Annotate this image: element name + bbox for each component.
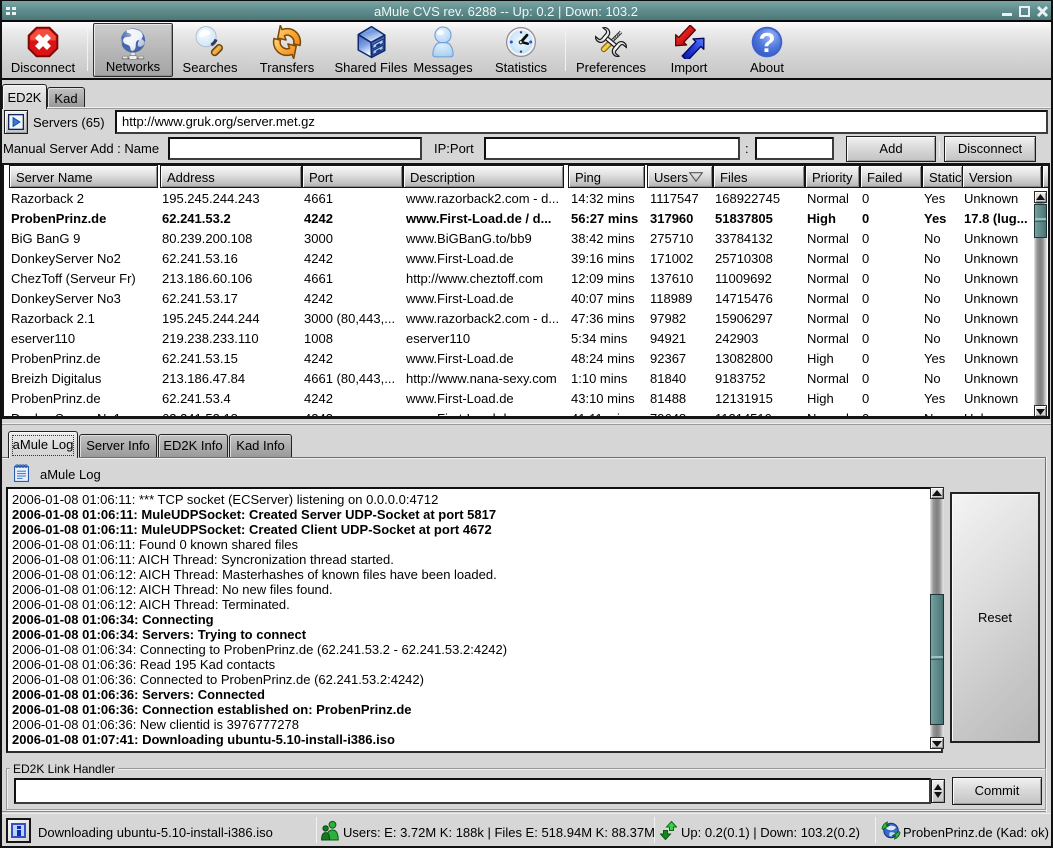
svg-text:?: ? [759, 27, 776, 58]
